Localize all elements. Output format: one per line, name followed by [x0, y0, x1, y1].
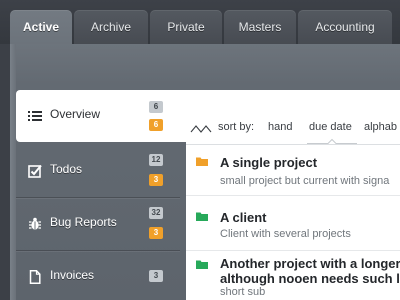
new-count-badge: 6	[149, 119, 163, 131]
sort-label: sort by:	[218, 121, 255, 133]
selected-sort-indicator	[307, 138, 357, 144]
folder-icon	[196, 260, 208, 269]
sidebar-item-label: Bug Reports	[50, 215, 117, 229]
sidebar-item-label: Invoices	[50, 268, 95, 282]
count-badge: 32	[149, 207, 163, 219]
new-count-badge: 3	[149, 174, 163, 186]
sidebar-item-overview[interactable]: Overview 6 6	[16, 90, 186, 142]
project-title: A single project	[220, 155, 318, 170]
project-title: A client	[220, 210, 267, 225]
tab-archive[interactable]: Archive	[74, 10, 148, 44]
document-icon	[29, 270, 41, 284]
bug-icon	[29, 217, 41, 230]
count-badge: 6	[149, 101, 163, 113]
new-count-badge: 3	[149, 227, 163, 239]
sidebar-item-label: Overview	[50, 107, 101, 121]
count-badge: 3	[149, 270, 163, 282]
checkbox-icon	[28, 164, 42, 178]
sidebar-item-bug-reports[interactable]: Bug Reports 32 3	[16, 198, 180, 251]
list-icon	[28, 111, 42, 121]
tab-masters[interactable]: Masters	[224, 10, 296, 44]
folder-icon	[196, 157, 208, 166]
sidebar-item-invoices[interactable]: Invoices 3	[16, 251, 180, 300]
tab-active[interactable]: Active	[10, 10, 72, 44]
project-row[interactable]: Another project with a longer although n…	[186, 248, 400, 300]
sort-option-alphabetical[interactable]: alphab	[364, 121, 397, 133]
project-title-continued: although nooen needs such l	[220, 271, 400, 286]
project-subtitle: small project but current with signa	[220, 175, 390, 187]
project-row[interactable]: A single project small project but curre…	[186, 145, 400, 196]
sort-option-hand[interactable]: hand	[268, 121, 292, 133]
sort-option-due-date[interactable]: due date	[309, 121, 352, 133]
sidebar-item-label: Todos	[50, 162, 83, 176]
project-subtitle: Client with several projects	[220, 228, 351, 240]
project-title: Another project with a longer	[220, 256, 400, 271]
tab-private[interactable]: Private	[150, 10, 222, 44]
project-list-panel: sort by: hand due date alphab A single p…	[186, 90, 400, 300]
tab-bar: Active Archive Private Masters Accountin…	[0, 0, 400, 44]
sort-bar: sort by: hand due date alphab	[186, 90, 400, 145]
sort-toggle-icon[interactable]	[190, 123, 212, 133]
folder-icon	[196, 212, 208, 221]
count-badge: 12	[149, 154, 163, 166]
sidebar-item-todos[interactable]: Todos 12 3	[16, 145, 180, 198]
project-subtitle: short sub	[220, 286, 266, 298]
project-row[interactable]: A client Client with several projects	[186, 200, 400, 251]
tab-accounting[interactable]: Accounting	[298, 10, 392, 44]
